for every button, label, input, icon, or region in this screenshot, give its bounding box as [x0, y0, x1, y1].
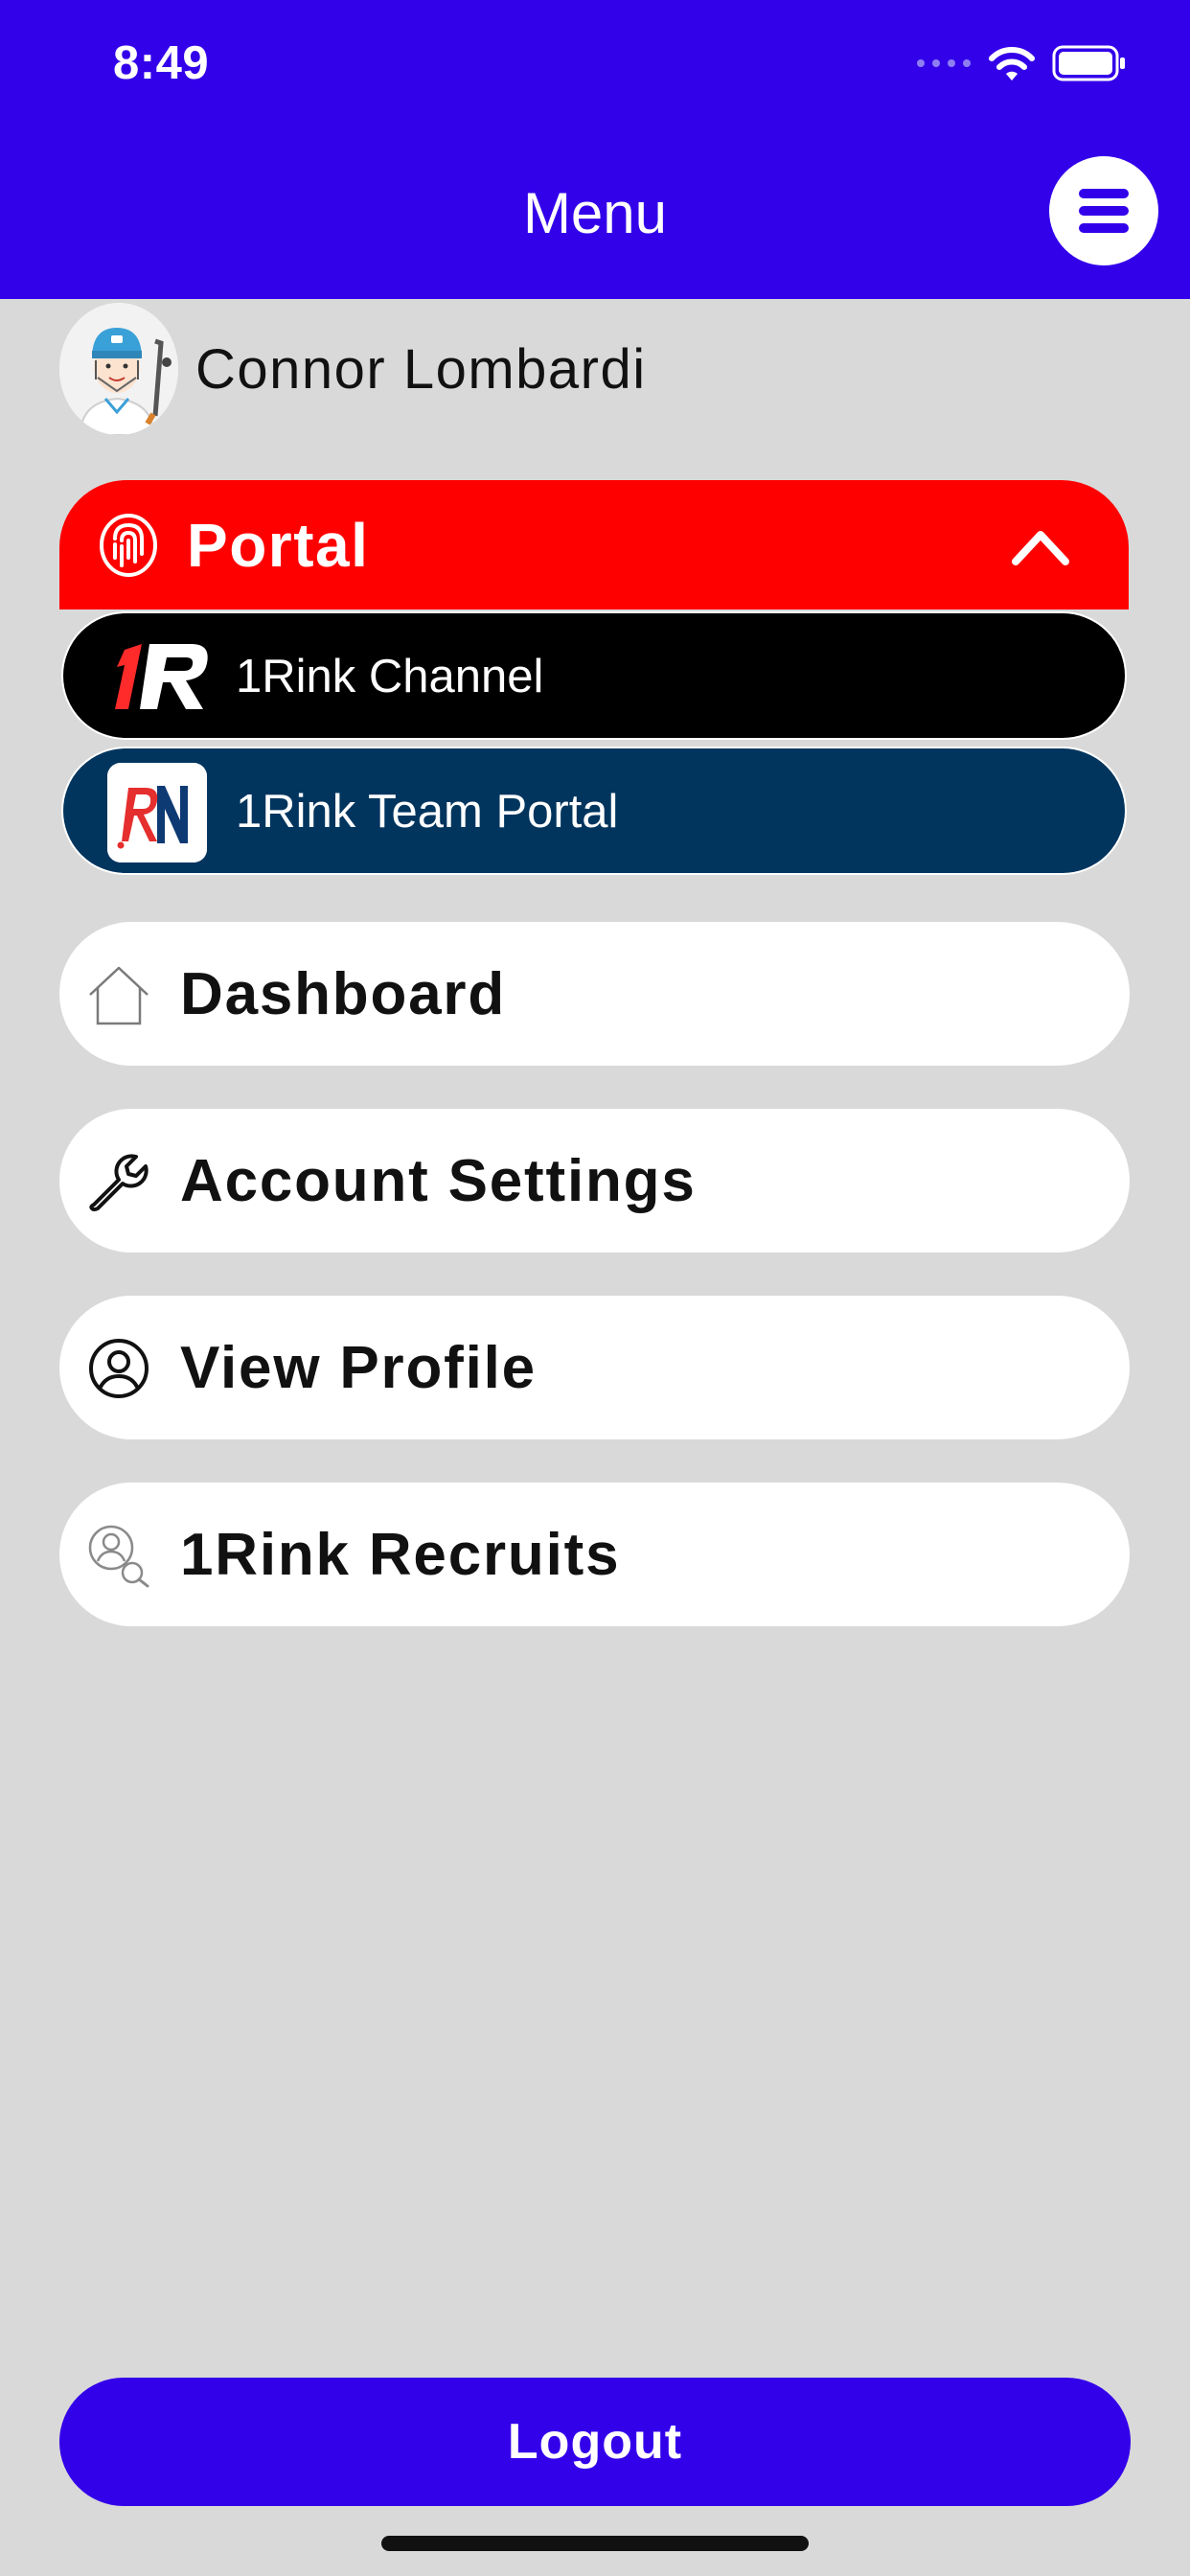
app-header: 8:49 Menu: [0, 0, 1190, 299]
fingerprint-icon: [100, 514, 157, 577]
menu-item-1rink-recruits[interactable]: 1Rink Recruits: [59, 1483, 1130, 1626]
portal-accordion-header[interactable]: Portal: [59, 480, 1129, 610]
profile-name: Connor Lombardi: [195, 337, 647, 401]
user-circle-icon: [89, 1339, 149, 1398]
avatar: [59, 303, 178, 435]
portal-item-1rink-team-portal[interactable]: 1Rink Team Portal: [61, 747, 1127, 875]
battery-icon: [1052, 45, 1125, 81]
wifi-icon: [989, 47, 1035, 80]
menu-item-view-profile[interactable]: View Profile: [59, 1296, 1130, 1439]
portal-item-1rink-channel[interactable]: 1Rink Channel: [61, 611, 1127, 740]
menu-item-dashboard[interactable]: Dashboard: [59, 922, 1130, 1066]
portal-item-label: 1Rink Channel: [236, 651, 544, 702]
status-icons: [916, 42, 1127, 84]
menu-item-label: Account Settings: [180, 1148, 697, 1214]
menu-item-account-settings[interactable]: Account Settings: [59, 1109, 1130, 1253]
page-title: Menu: [522, 181, 668, 245]
menu-button[interactable]: [1049, 156, 1158, 265]
wrench-icon: [89, 1154, 149, 1211]
home-icon: [89, 966, 149, 1025]
portal-label: Portal: [187, 511, 370, 580]
portal-item-label: 1Rink Team Portal: [236, 786, 619, 838]
1rink-logo-icon: [115, 644, 208, 709]
chevron-up-icon[interactable]: [1010, 521, 1071, 569]
menu-item-label: Dashboard: [180, 961, 507, 1027]
menu-item-label: 1Rink Recruits: [180, 1522, 621, 1588]
hamburger-icon: [1079, 189, 1129, 233]
status-time: 8:49: [113, 37, 210, 89]
hockey-player-avatar: [59, 303, 178, 435]
menu-item-label: View Profile: [180, 1335, 537, 1401]
home-indicator[interactable]: [381, 2536, 809, 2551]
profile-row[interactable]: Connor Lombardi: [59, 303, 647, 435]
signal-dots-icon: [917, 59, 971, 67]
user-search-icon: [88, 1525, 149, 1588]
logout-button[interactable]: Logout: [59, 2378, 1131, 2506]
rn-logo-icon: [107, 763, 207, 862]
